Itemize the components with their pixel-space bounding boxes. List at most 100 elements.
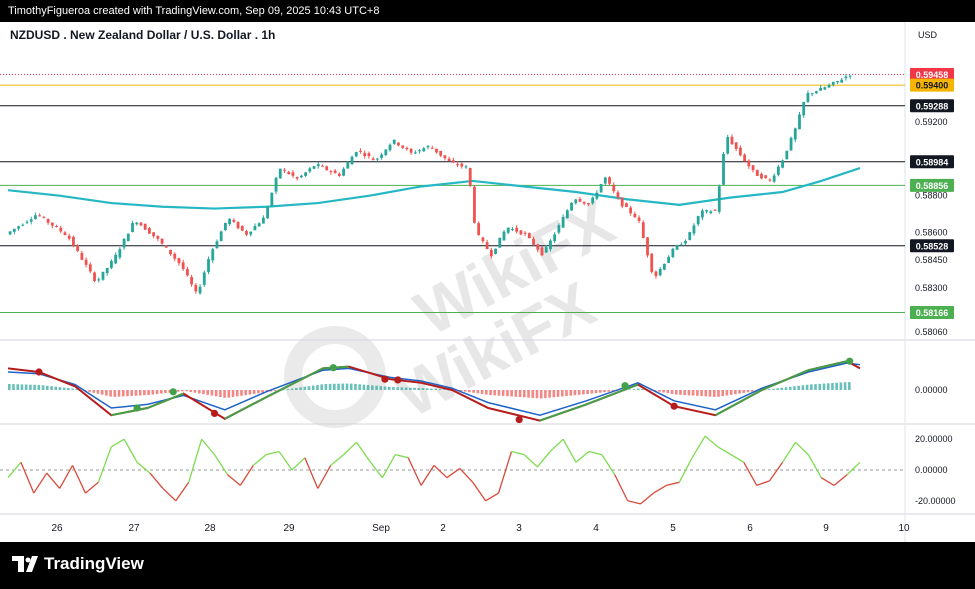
macd-histogram-bar bbox=[105, 390, 108, 396]
candles bbox=[8, 73, 852, 295]
candle-body bbox=[663, 263, 666, 270]
price-label-green: 0.58856 bbox=[916, 181, 949, 191]
macd-cross-marker bbox=[621, 382, 629, 390]
candle-body bbox=[253, 225, 257, 231]
macd-histogram-bar bbox=[522, 390, 526, 398]
macd-histogram-bar bbox=[189, 390, 193, 393]
price-tick: 0.59200 bbox=[915, 117, 948, 127]
ma-line bbox=[7, 167, 861, 210]
candle-body bbox=[207, 259, 210, 273]
macd-histogram-bar bbox=[387, 386, 391, 390]
candle-body bbox=[696, 216, 700, 225]
candle-body bbox=[717, 186, 721, 212]
macd-histogram-bar bbox=[210, 390, 214, 396]
candle-body bbox=[557, 225, 561, 233]
osc-segment bbox=[523, 454, 538, 468]
macd-cross-marker bbox=[210, 409, 219, 417]
candle-body bbox=[553, 234, 557, 242]
chart-area[interactable]: WikiFX WikiFX NZDUSD . New Zealand Dolla… bbox=[0, 22, 975, 542]
macd-histogram-bar bbox=[582, 390, 585, 395]
macd-histogram-bar bbox=[658, 390, 661, 392]
macd-histogram-bar bbox=[45, 385, 49, 390]
macd-histogram-bar bbox=[738, 390, 741, 394]
macd-histogram-bar bbox=[358, 384, 361, 390]
macd-histogram-bar bbox=[831, 383, 834, 390]
tradingview-logo[interactable]: TradingView bbox=[12, 554, 144, 574]
candle-body bbox=[304, 172, 307, 176]
osc-segment bbox=[691, 435, 706, 459]
candle-body bbox=[591, 197, 595, 204]
osc-segment bbox=[33, 472, 48, 494]
macd-histogram-bar bbox=[442, 389, 446, 390]
candle-body bbox=[21, 224, 25, 226]
macd-histogram-bar bbox=[257, 390, 260, 394]
candle-body bbox=[819, 87, 822, 91]
candle-body bbox=[67, 235, 71, 239]
candle-body bbox=[257, 223, 261, 227]
macd-histogram-bar bbox=[725, 390, 729, 396]
candle-body bbox=[595, 192, 599, 199]
candle-body bbox=[139, 222, 143, 226]
candle-body bbox=[654, 271, 658, 277]
osc-segment bbox=[640, 492, 654, 505]
candle-body bbox=[122, 238, 126, 248]
macd-histogram-bar bbox=[185, 390, 188, 392]
macd-histogram-bar bbox=[712, 390, 716, 397]
candle-body bbox=[760, 173, 763, 179]
candle-body bbox=[489, 249, 493, 257]
candle-body bbox=[126, 233, 130, 242]
macd-histogram-bar bbox=[134, 390, 138, 396]
time-label: 6 bbox=[747, 523, 753, 534]
macd-histogram-bar bbox=[295, 387, 298, 390]
macd-histogram-bar bbox=[197, 390, 201, 394]
price-label-gold: 0.59400 bbox=[916, 81, 949, 91]
candle-body bbox=[667, 256, 671, 263]
candle-body bbox=[633, 213, 637, 218]
candle-body bbox=[325, 166, 329, 171]
macd-histogram-bar bbox=[24, 384, 28, 390]
price-tick: 0.58800 bbox=[915, 191, 948, 201]
candle-body bbox=[511, 229, 514, 231]
candle-body bbox=[506, 227, 510, 233]
macd-histogram-bar bbox=[598, 390, 602, 393]
candle-body bbox=[477, 223, 481, 236]
candle-body bbox=[135, 222, 139, 225]
osc-segment bbox=[343, 441, 357, 456]
osc-segment bbox=[149, 472, 164, 489]
chart-svg[interactable]: WikiFX WikiFX NZDUSD . New Zealand Dolla… bbox=[0, 22, 975, 542]
osc-segment bbox=[549, 438, 564, 453]
macd-histogram-bar bbox=[341, 383, 345, 390]
osc-segment bbox=[304, 457, 319, 489]
macd-histogram-bar bbox=[316, 384, 319, 390]
osc-segment bbox=[485, 492, 499, 502]
osc-segment bbox=[97, 446, 112, 483]
price-label-black: 0.59288 bbox=[916, 101, 949, 111]
candle-body bbox=[443, 155, 447, 159]
macd-histogram-bar bbox=[565, 390, 568, 397]
macd-cross-marker bbox=[133, 404, 141, 412]
macd-histogram-bar bbox=[776, 388, 779, 390]
macd-histogram-bar bbox=[683, 390, 687, 396]
candle-body bbox=[772, 175, 776, 182]
candle-body bbox=[831, 81, 835, 85]
macd-histogram-bar bbox=[590, 390, 594, 394]
candle-body bbox=[261, 217, 265, 224]
candle-body bbox=[367, 153, 371, 157]
osc-segment bbox=[266, 450, 280, 456]
candle-body bbox=[814, 91, 818, 94]
candle-body bbox=[574, 199, 578, 204]
candle-body bbox=[363, 152, 367, 156]
candle-body bbox=[198, 286, 202, 294]
macd-histogram-bar bbox=[227, 390, 231, 398]
macd-histogram-bar bbox=[417, 387, 421, 390]
candle-body bbox=[397, 142, 400, 146]
currency-label: USD bbox=[918, 30, 938, 40]
candle-body bbox=[72, 236, 75, 246]
candle-body bbox=[105, 267, 109, 274]
candle-body bbox=[84, 259, 88, 265]
macd-histogram-bar bbox=[674, 390, 678, 395]
candle-body bbox=[679, 244, 683, 246]
chart-title: NZDUSD . New Zealand Dollar / U.S. Dolla… bbox=[10, 28, 275, 42]
macd-histogram-bar bbox=[421, 388, 425, 390]
macd-histogram-bar bbox=[126, 390, 129, 397]
